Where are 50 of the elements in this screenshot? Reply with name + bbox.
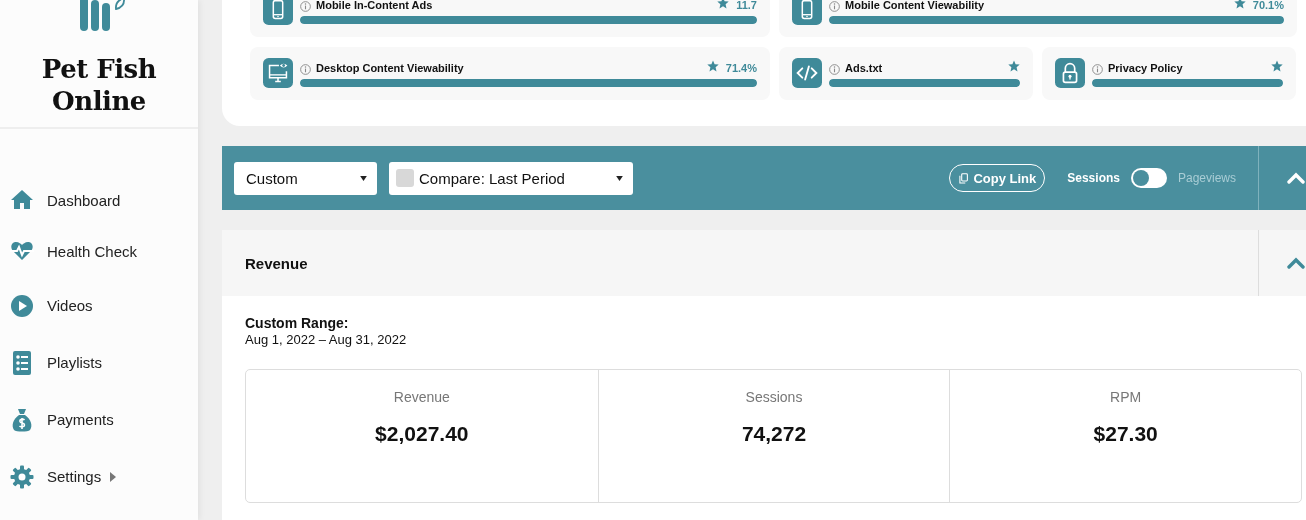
range-label: Custom Range: [245, 315, 350, 331]
check-name: Desktop Content Viewability [316, 61, 464, 74]
info-icon [300, 0, 311, 12]
check-score: 11.7 [736, 0, 757, 11]
toggle-label: Pageviews [1177, 171, 1236, 185]
heartbeat-icon [10, 239, 34, 263]
dropdown-arrow-icon [360, 175, 367, 181]
range-dropdown[interactable]: Custom [234, 161, 377, 195]
stat-label: Revenue [393, 389, 450, 405]
check-score: 71.4% [725, 61, 757, 74]
monitor-eye-icon [263, 58, 293, 88]
collapse-button[interactable] [1258, 146, 1306, 210]
check-name: Mobile In-Content Ads [316, 0, 433, 11]
stat-label: RPM [1110, 389, 1142, 405]
sidebar-item[interactable]: Dashboard [0, 175, 131, 225]
sidebar-item[interactable]: Settings [0, 448, 127, 505]
chevron-icon [1287, 256, 1305, 270]
check-name: Privacy Policy [1108, 61, 1183, 74]
info-icon [829, 63, 840, 75]
checklist-icon [10, 350, 34, 375]
site-title: Pet Fish Online [40, 53, 158, 117]
info-icon [300, 63, 311, 75]
info-icon [829, 0, 840, 12]
toggle-switch[interactable] [1130, 168, 1167, 188]
check-name: Ads.txt [845, 61, 883, 74]
play-icon [10, 293, 34, 318]
sidebar-item[interactable]: Payments [0, 391, 124, 448]
dropdown-arrow-icon [616, 175, 623, 181]
toggle-label: Sessions [1067, 171, 1120, 185]
stat-value: $2,027.40 [375, 422, 469, 446]
copy-icon [959, 172, 969, 184]
compare-dropdown[interactable]: Compare: Last Period [389, 161, 633, 195]
check-score: 70.1% [1252, 0, 1284, 11]
checkbox[interactable] [396, 169, 414, 187]
check-name: Mobile Content Viewability [845, 0, 985, 11]
stat-label: Sessions [745, 389, 803, 405]
chevron-icon [1287, 171, 1305, 185]
house-icon [10, 188, 34, 212]
stat-value: 74,272 [741, 422, 807, 446]
info-icon [1092, 63, 1103, 75]
sidebar-item[interactable]: Health Check [0, 225, 148, 277]
sidebar-item[interactable]: Playlists [0, 334, 112, 391]
code-icon [792, 58, 822, 88]
sidebar-item[interactable]: Videos [0, 277, 103, 334]
padlock-icon [1055, 58, 1085, 88]
date-range: Aug 1, 2022 – Aug 31, 2022 [245, 332, 408, 347]
logo [78, 0, 128, 33]
money-bag-icon [10, 407, 34, 432]
panel-title: Revenue [245, 254, 308, 272]
stat-value: $27.30 [1093, 422, 1158, 446]
